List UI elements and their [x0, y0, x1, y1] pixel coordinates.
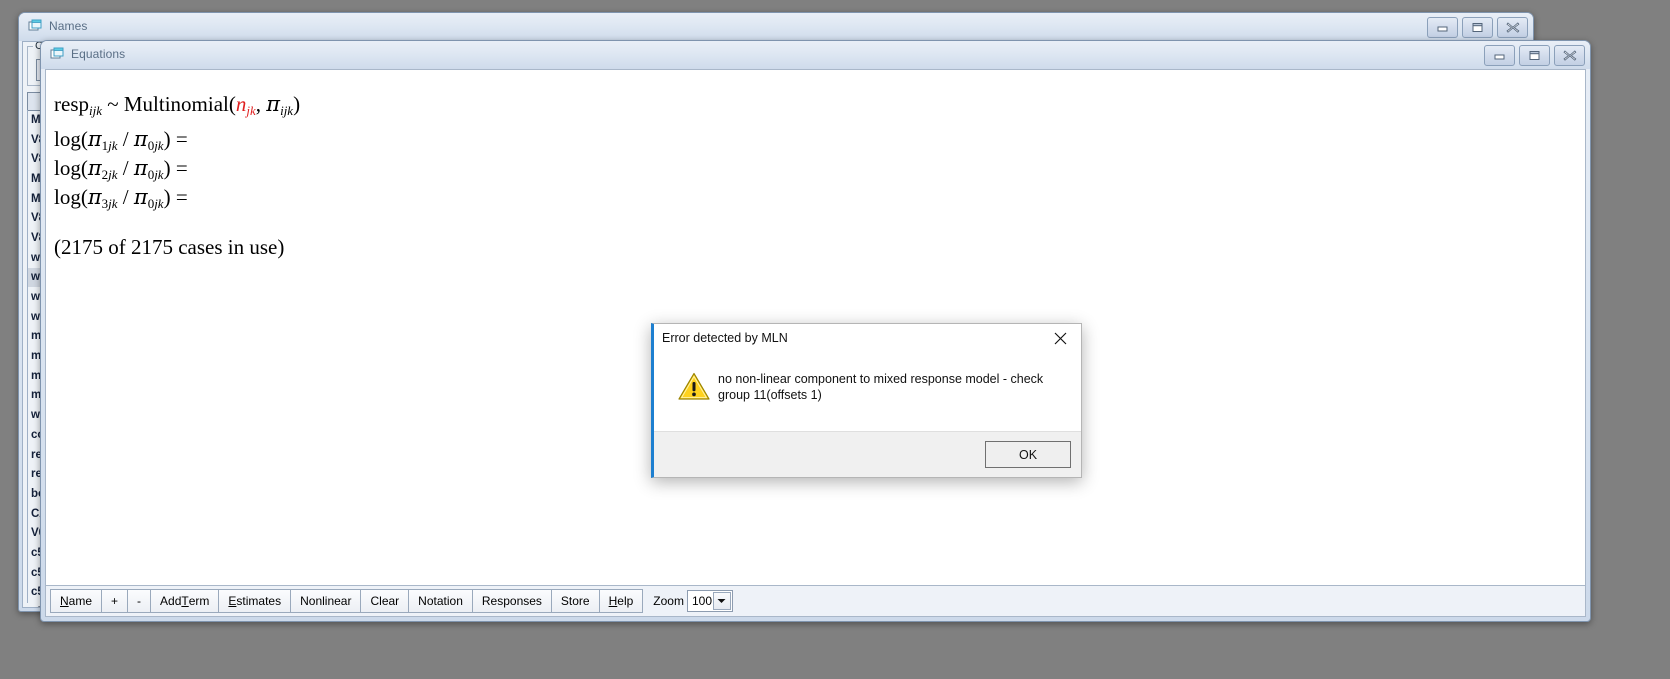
pi-denominator: π	[133, 185, 148, 209]
equations-toolbar: Name + - Add Term Estimates Nonlinear Clear Not…	[45, 585, 1586, 617]
pi-variable: π	[266, 92, 281, 116]
add-button[interactable]: +	[102, 589, 129, 613]
error-dialog-titlebar: Error detected by MLN	[654, 324, 1081, 354]
equation-response-line[interactable]: respijk ~ Multinomial(njk, πijk)	[54, 92, 300, 119]
close-button[interactable]	[1554, 45, 1585, 66]
equations-window-titlebar[interactable]: Equations	[41, 41, 1590, 69]
error-dialog: Error detected by MLN no non-linear comp…	[651, 323, 1082, 478]
divide-symbol: /	[117, 127, 134, 151]
minimize-button[interactable]	[1484, 45, 1515, 66]
pi-numerator-subscript: jk	[108, 167, 118, 182]
zoom-combobox[interactable]: 100	[686, 590, 733, 612]
name-button[interactable]: Name	[50, 589, 103, 613]
pi-numerator-subscript: jk	[108, 196, 118, 211]
equation-logit-line[interactable]: log(π2jk / π0jk) =	[54, 156, 188, 183]
equals-symbol: ) =	[163, 185, 188, 209]
names-window-title: Names	[49, 19, 88, 33]
log-label: log(	[54, 156, 88, 180]
pi-subscript: ijk	[280, 103, 294, 118]
pi-numerator-subscript: jk	[108, 138, 118, 153]
add-term-button[interactable]: Add Term	[151, 589, 220, 613]
equation-logit-line[interactable]: log(π1jk / π0jk) =	[54, 127, 188, 154]
response-var: resp	[54, 92, 89, 116]
nonlinear-button[interactable]: Nonlinear	[291, 589, 362, 613]
equals-symbol: ) =	[163, 127, 188, 151]
distribution-name: Multinomial	[123, 92, 229, 116]
warning-triangle-icon	[678, 372, 710, 401]
pi-denominator: π	[133, 127, 148, 151]
maximize-button[interactable]	[1462, 17, 1493, 38]
equation-logit-line[interactable]: log(π3jk / π0jk) =	[54, 185, 188, 212]
zoom-label: Zoom	[653, 594, 684, 608]
equations-window-controls	[1484, 45, 1585, 66]
ok-button[interactable]: OK	[985, 441, 1071, 468]
divide-symbol: /	[117, 185, 134, 209]
window-restore-icon	[28, 19, 44, 34]
estimates-button[interactable]: Estimates	[219, 589, 292, 613]
pi-numerator: π	[87, 185, 102, 209]
n-variable: n	[235, 92, 247, 116]
n-subscript: jk	[246, 103, 256, 118]
responses-button[interactable]: Responses	[472, 589, 552, 613]
error-dialog-footer: OK	[654, 431, 1081, 477]
log-label: log(	[54, 127, 88, 151]
pi-numerator: π	[87, 156, 102, 180]
close-button[interactable]	[1497, 17, 1528, 38]
pi-numerator: π	[87, 127, 102, 151]
zoom-value: 100	[691, 594, 713, 608]
pi-denominator-subscript: jk	[154, 196, 164, 211]
maximize-button[interactable]	[1519, 45, 1550, 66]
pi-denominator: π	[133, 156, 148, 180]
clear-button[interactable]: Clear	[361, 589, 410, 613]
error-dialog-title: Error detected by MLN	[662, 331, 788, 345]
remove-button[interactable]: -	[128, 589, 152, 613]
error-message: no non-linear component to mixed respons…	[718, 372, 1044, 402]
names-window-titlebar[interactable]: Names	[19, 13, 1533, 41]
window-restore-icon	[50, 47, 66, 62]
pi-denominator-subscript: jk	[154, 138, 164, 153]
store-button[interactable]: Store	[551, 589, 600, 613]
minimize-button[interactable]	[1427, 17, 1458, 38]
log-label: log(	[54, 185, 88, 209]
equations-window-title: Equations	[71, 47, 126, 61]
response-subscript: ijk	[89, 103, 102, 118]
notation-button[interactable]: Notation	[409, 589, 473, 613]
tilde-symbol: ~	[107, 92, 119, 116]
cases-in-use-label: (2175 of 2175 cases in use)	[54, 235, 285, 259]
close-icon[interactable]	[1039, 324, 1081, 352]
pi-denominator-subscript: jk	[154, 167, 164, 182]
equals-symbol: ) =	[163, 156, 188, 180]
names-window-controls	[1427, 17, 1528, 38]
help-button[interactable]: Help	[599, 589, 644, 613]
divide-symbol: /	[117, 156, 134, 180]
desktop-background: Names Column N N MVV8V	[0, 0, 1670, 679]
chevron-down-icon[interactable]	[712, 592, 731, 610]
